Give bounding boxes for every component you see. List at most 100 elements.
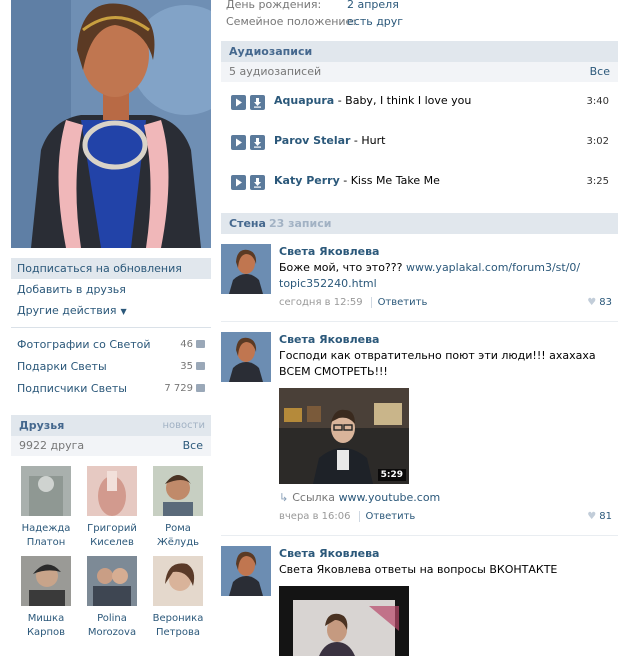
friend-item[interactable]: Вероника Петрова	[145, 556, 211, 640]
video-thumbnail[interactable]	[279, 586, 409, 656]
post-time[interactable]: вчера в 16:06	[279, 511, 351, 522]
audio-track[interactable]: Parov Stelar - Hurt 3:02	[221, 122, 618, 162]
avatar[interactable]	[221, 332, 271, 382]
friend-first-name[interactable]: Polina	[79, 612, 145, 626]
stat-count: 7 729	[164, 383, 193, 394]
profile-photo-image	[11, 0, 211, 248]
track-name: - Kiss Me Take Me	[339, 174, 440, 187]
profile-photo[interactable]	[11, 0, 211, 248]
friends-news-link[interactable]: новости	[163, 415, 206, 436]
video-thumbnail[interactable]: 5:29	[279, 388, 409, 484]
track-name: - Hurt	[350, 134, 386, 147]
avatar[interactable]	[87, 466, 137, 516]
stat-label: Подарки Светы	[17, 360, 107, 373]
friend-item[interactable]: Надежда Платон	[13, 466, 79, 550]
friend-last-name[interactable]: Карпов	[13, 626, 79, 640]
audio-header[interactable]: Аудиозаписи	[221, 41, 618, 62]
right-column: День рождения: 2 апреля Семейное положен…	[221, 0, 618, 662]
download-button[interactable]	[250, 135, 265, 150]
track-artist-link[interactable]: Aquapura	[274, 94, 334, 107]
track-artist-link[interactable]: Parov Stelar	[274, 134, 350, 147]
wall-header[interactable]: Стена 23 записи	[221, 213, 618, 234]
friend-last-name[interactable]: Киселев	[79, 536, 145, 550]
info-family: Семейное положение: есть друг	[221, 13, 618, 30]
attach-label: Ссылка	[292, 491, 336, 504]
avatar[interactable]	[153, 556, 203, 606]
post-meta: сегодня в 12:59 Ответить ♥ 83	[279, 295, 618, 311]
heart-icon: ♥	[587, 511, 597, 522]
play-icon	[236, 178, 242, 187]
friend-item[interactable]: Polina Morozova	[79, 556, 145, 640]
family-status-link[interactable]: есть друг	[347, 13, 403, 30]
friend-last-name[interactable]: Петрова	[145, 626, 211, 640]
download-icon	[254, 98, 261, 108]
wall-post: Света Яковлева Господи как отвратительно…	[221, 332, 618, 536]
friend-item[interactable]: Мишка Карпов	[13, 556, 79, 640]
stat-gifts-link[interactable]: Подарки Светы 35	[11, 356, 211, 378]
friends-count: 9922 друга	[19, 439, 85, 452]
track-title: Parov Stelar - Hurt	[274, 134, 385, 147]
like-button[interactable]: ♥ 81	[587, 509, 612, 525]
friends-title: Друзья	[19, 419, 65, 432]
track-duration: 3:25	[586, 176, 609, 187]
avatar[interactable]	[21, 556, 71, 606]
friend-first-name[interactable]: Рома	[145, 522, 211, 536]
add-friend-button[interactable]: Добавить в друзья	[11, 279, 211, 300]
post-author-link[interactable]: Света Яковлева	[279, 244, 618, 260]
avatar[interactable]	[21, 466, 71, 516]
audio-all-link[interactable]: Все	[590, 62, 610, 82]
friends-grid: Надежда Платон Григорий Киселев Рома Жёл…	[11, 466, 211, 640]
play-button[interactable]	[231, 135, 246, 150]
download-icon	[254, 178, 261, 188]
other-actions-button[interactable]: Другие действия ▼	[11, 300, 211, 321]
video-duration: 5:29	[377, 469, 406, 481]
download-button[interactable]	[250, 175, 265, 190]
chevron-down-icon: ▼	[120, 307, 127, 316]
reply-link[interactable]: Ответить	[358, 511, 416, 522]
friend-item[interactable]: Рома Жёлудь	[145, 466, 211, 550]
post-text: Света Яковлева ответы на вопросы ВКОНТАК…	[279, 563, 558, 576]
profile-actions: Подписаться на обновления Добавить в дру…	[11, 258, 211, 321]
friend-first-name[interactable]: Вероника	[145, 612, 211, 626]
stat-photos-link[interactable]: Фотографии со Светой 46	[11, 334, 211, 356]
friend-first-name[interactable]: Мишка	[13, 612, 79, 626]
left-column: Подписаться на обновления Добавить в дру…	[11, 0, 211, 640]
friends-subheader: 9922 друга Все	[11, 436, 211, 456]
friend-item[interactable]: Григорий Киселев	[79, 466, 145, 550]
friend-first-name[interactable]: Григорий	[79, 522, 145, 536]
friend-last-name[interactable]: Жёлудь	[145, 536, 211, 550]
avatar[interactable]	[153, 466, 203, 516]
post-author-link[interactable]: Света Яковлева	[279, 546, 618, 562]
stat-count: 35	[180, 361, 193, 372]
audio-track[interactable]: Katy Perry - Kiss Me Take Me 3:25	[221, 162, 618, 202]
download-icon	[254, 138, 261, 148]
birthday-link[interactable]: 2 апреля	[347, 0, 399, 13]
reply-link[interactable]: Ответить	[370, 297, 428, 308]
avatar[interactable]	[87, 556, 137, 606]
friends-header[interactable]: Друзья новости	[11, 415, 211, 436]
post-text: Господи как отвратительно поют эти люди!…	[279, 349, 596, 378]
stat-followers-link[interactable]: Подписчики Светы 7 729	[11, 378, 211, 400]
post-attachment: ↳ Ссылка www.youtube.com	[279, 490, 618, 506]
audio-track[interactable]: Aquapura - Baby, I think I love you 3:40	[221, 82, 618, 122]
play-icon	[236, 138, 242, 147]
download-button[interactable]	[250, 95, 265, 110]
attach-link[interactable]: www.youtube.com	[339, 491, 441, 504]
post-author-link[interactable]: Света Яковлева	[279, 332, 618, 348]
avatar[interactable]	[221, 546, 271, 596]
track-artist-link[interactable]: Katy Perry	[274, 174, 340, 187]
friend-last-name[interactable]: Morozova	[79, 626, 145, 640]
friend-last-name[interactable]: Платон	[13, 536, 79, 550]
friend-first-name[interactable]: Надежда	[13, 522, 79, 536]
play-button[interactable]	[231, 95, 246, 110]
subscribe-button[interactable]: Подписаться на обновления	[11, 258, 211, 279]
avatar[interactable]	[221, 244, 271, 294]
post-time[interactable]: сегодня в 12:59	[279, 297, 363, 308]
friends-all-link[interactable]: Все	[183, 436, 203, 456]
like-button[interactable]: ♥ 83	[587, 295, 612, 311]
play-button[interactable]	[231, 175, 246, 190]
users-icon	[196, 384, 205, 392]
like-count: 83	[599, 297, 612, 308]
info-birthday: День рождения: 2 апреля	[221, 0, 618, 13]
post-text-body: Боже мой, что это???	[279, 261, 406, 274]
